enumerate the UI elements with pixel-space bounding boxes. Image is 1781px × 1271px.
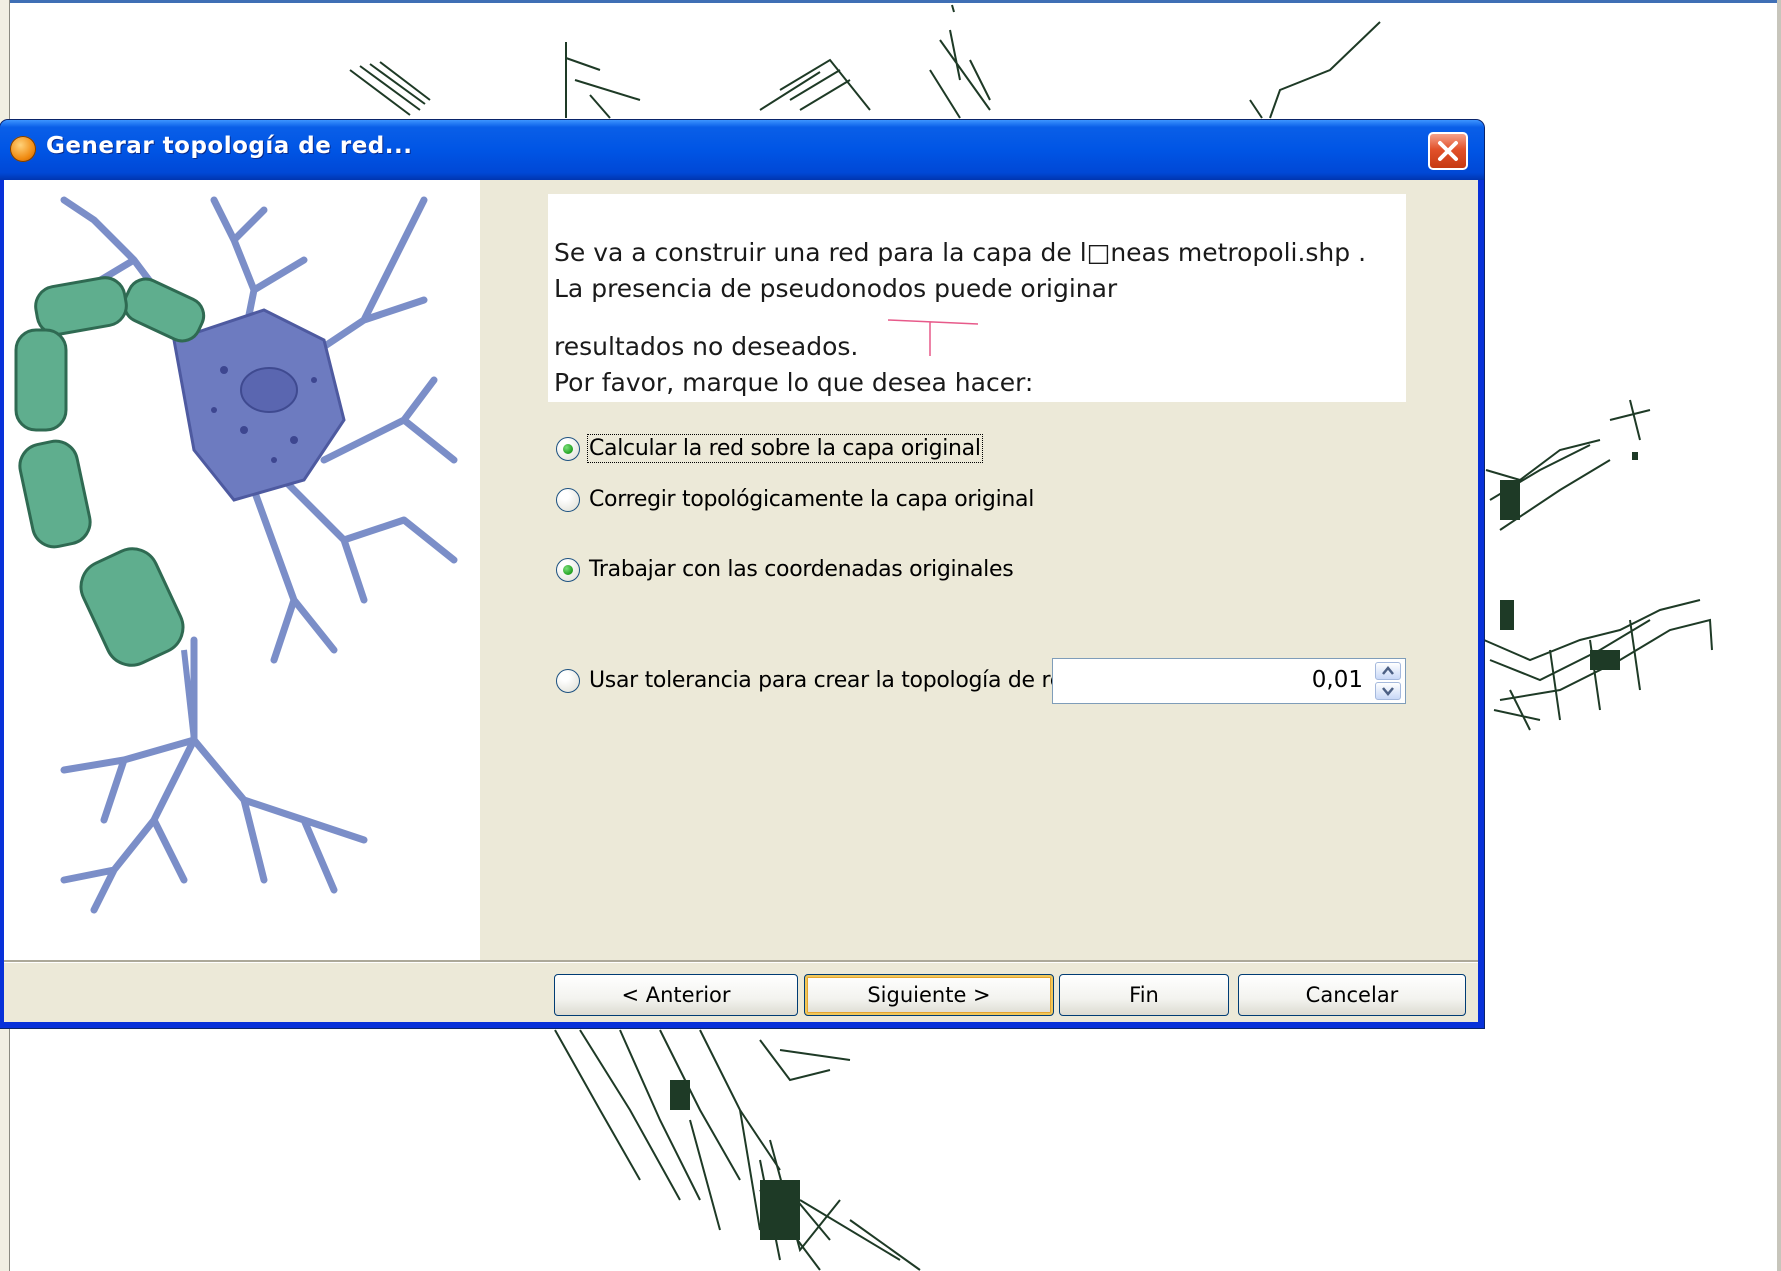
option-original-coords-label[interactable]: Trabajar con las coordenadas originales: [589, 557, 1014, 582]
spinner-up-button[interactable]: [1375, 662, 1401, 680]
option-tolerance-radio[interactable]: [556, 669, 580, 693]
option-correct-label[interactable]: Corregir topológicamente la capa origina…: [589, 487, 1034, 512]
next-button[interactable]: Siguiente >: [804, 974, 1054, 1016]
message-line-4: Por favor, marque lo que desea hacer:: [554, 368, 1034, 397]
option-correct-radio[interactable]: [556, 488, 580, 512]
option-calculate-radio[interactable]: [556, 437, 580, 461]
dialog-client-area: Se va a construir una red para la capa d…: [4, 180, 1478, 1022]
button-bar-separator: [4, 960, 1478, 963]
message-panel: Se va a construir una red para la capa d…: [548, 194, 1406, 402]
option-tolerance-label[interactable]: Usar tolerancia para crear la topología …: [589, 668, 1077, 693]
message-line-2: La presencia de pseudonodos puede origin…: [554, 274, 1118, 303]
chevron-down-icon: [1382, 687, 1394, 696]
spinner-down-button[interactable]: [1375, 682, 1401, 700]
close-button[interactable]: [1428, 132, 1468, 170]
neuron-image: [14, 196, 458, 914]
chevron-up-icon: [1382, 666, 1394, 675]
option-calculate-label[interactable]: Calcular la red sobre la capa original: [587, 434, 983, 463]
dialog-title: Generar topología de red...: [46, 133, 413, 159]
tolerance-value[interactable]: 0,01: [1312, 667, 1363, 693]
gvsig-app-icon: [10, 136, 36, 162]
cancel-button[interactable]: Cancelar: [1238, 974, 1466, 1016]
neuron-illustration: [4, 180, 480, 960]
option-original-coords-radio[interactable]: [556, 558, 580, 582]
topology-wizard-dialog: Generar topología de red... Se va a cons…: [0, 120, 1484, 1028]
message-line-1: Se va a construir una red para la capa d…: [554, 238, 1367, 267]
dialog-titlebar[interactable]: Generar topología de red...: [0, 120, 1484, 180]
close-icon: [1438, 141, 1458, 161]
tolerance-spinner[interactable]: 0,01: [1052, 658, 1406, 704]
back-button[interactable]: < Anterior: [554, 974, 798, 1016]
cursor-artifact: [888, 319, 979, 356]
finish-button[interactable]: Fin: [1059, 974, 1229, 1016]
message-line-3: resultados no deseados.: [554, 332, 859, 361]
